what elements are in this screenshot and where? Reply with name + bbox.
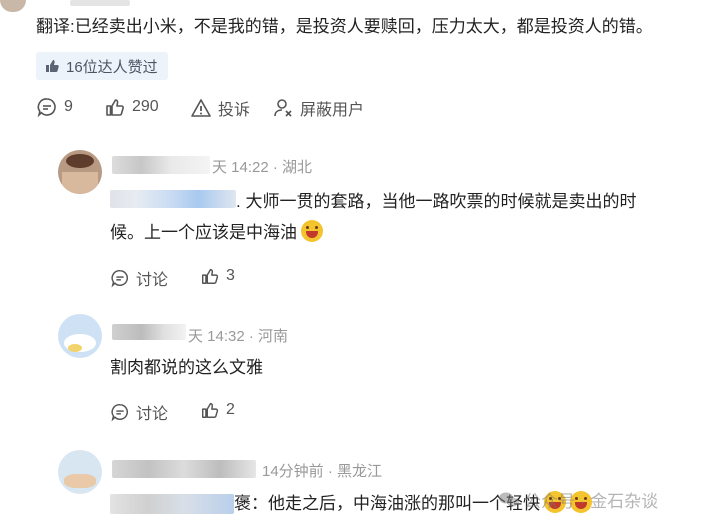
mention-blur: [110, 190, 236, 208]
username-blur: [112, 324, 186, 340]
discuss-label: 讨论: [136, 272, 169, 289]
comment-icon: [37, 98, 56, 118]
top-avatar-partial[interactable]: [0, 0, 26, 12]
reply-text: 割肉都说的这么文雅: [110, 358, 263, 377]
reply-meta: 14分钟前 · 黑龙江: [262, 463, 383, 480]
like-count: 2: [226, 401, 235, 418]
avatar[interactable]: [58, 450, 102, 494]
like-count: 3: [226, 267, 235, 284]
comment-text: 翻译:已经卖出小米，不是我的错，是投资人要赎回，压力太大，都是投资人的错。: [36, 17, 653, 36]
reply-count: 9: [64, 98, 73, 115]
discuss-button[interactable]: 讨论: [110, 400, 168, 424]
top-username-blur: [70, 0, 130, 6]
reply-meta: 天 14:22 · 湖北: [212, 159, 313, 176]
like-button[interactable]: 2: [200, 400, 235, 420]
mention-blur: [110, 494, 234, 514]
badge-label: 16位达人赞过: [66, 58, 158, 76]
block-user-icon: [274, 99, 292, 117]
like-button[interactable]: 290: [104, 96, 159, 118]
block-user-button[interactable]: 屏蔽用户: [272, 96, 364, 120]
thumb-up-icon: [202, 268, 219, 284]
username-blur: [112, 156, 210, 174]
like-button[interactable]: 3: [200, 266, 235, 286]
avatar[interactable]: [58, 150, 102, 194]
warning-icon: [191, 99, 211, 117]
grinning-face-icon: [301, 220, 323, 242]
thumb-up-icon: [106, 99, 124, 116]
expert-likes-badge[interactable]: 16位达人赞过: [36, 52, 168, 80]
discuss-label: 讨论: [136, 406, 169, 423]
comment-icon: [111, 270, 128, 288]
reply-text-continued: 候。上一个应该是中海油: [110, 220, 323, 246]
reply-text: . 大师一贯的套路，当他一路吹票的时候就是卖出的时: [236, 192, 637, 211]
avatar[interactable]: [58, 314, 102, 358]
watermark: 公众号 · 金石杂谈: [498, 487, 658, 512]
reply-meta: 天 14:32 · 河南: [188, 328, 289, 345]
thumb-up-icon: [202, 402, 219, 418]
watermark-text: 公众号 · 金石杂谈: [524, 492, 659, 511]
wechat-icon: [499, 492, 519, 506]
reply-button[interactable]: 9: [36, 96, 73, 118]
username-blur: [112, 460, 256, 478]
report-button[interactable]: 投诉: [190, 96, 250, 120]
like-count: 290: [132, 98, 159, 115]
comment-icon: [111, 404, 128, 422]
report-label: 投诉: [218, 102, 251, 119]
thumb-up-icon: [46, 60, 59, 72]
block-user-label: 屏蔽用户: [300, 102, 365, 119]
discuss-button[interactable]: 讨论: [110, 266, 168, 290]
